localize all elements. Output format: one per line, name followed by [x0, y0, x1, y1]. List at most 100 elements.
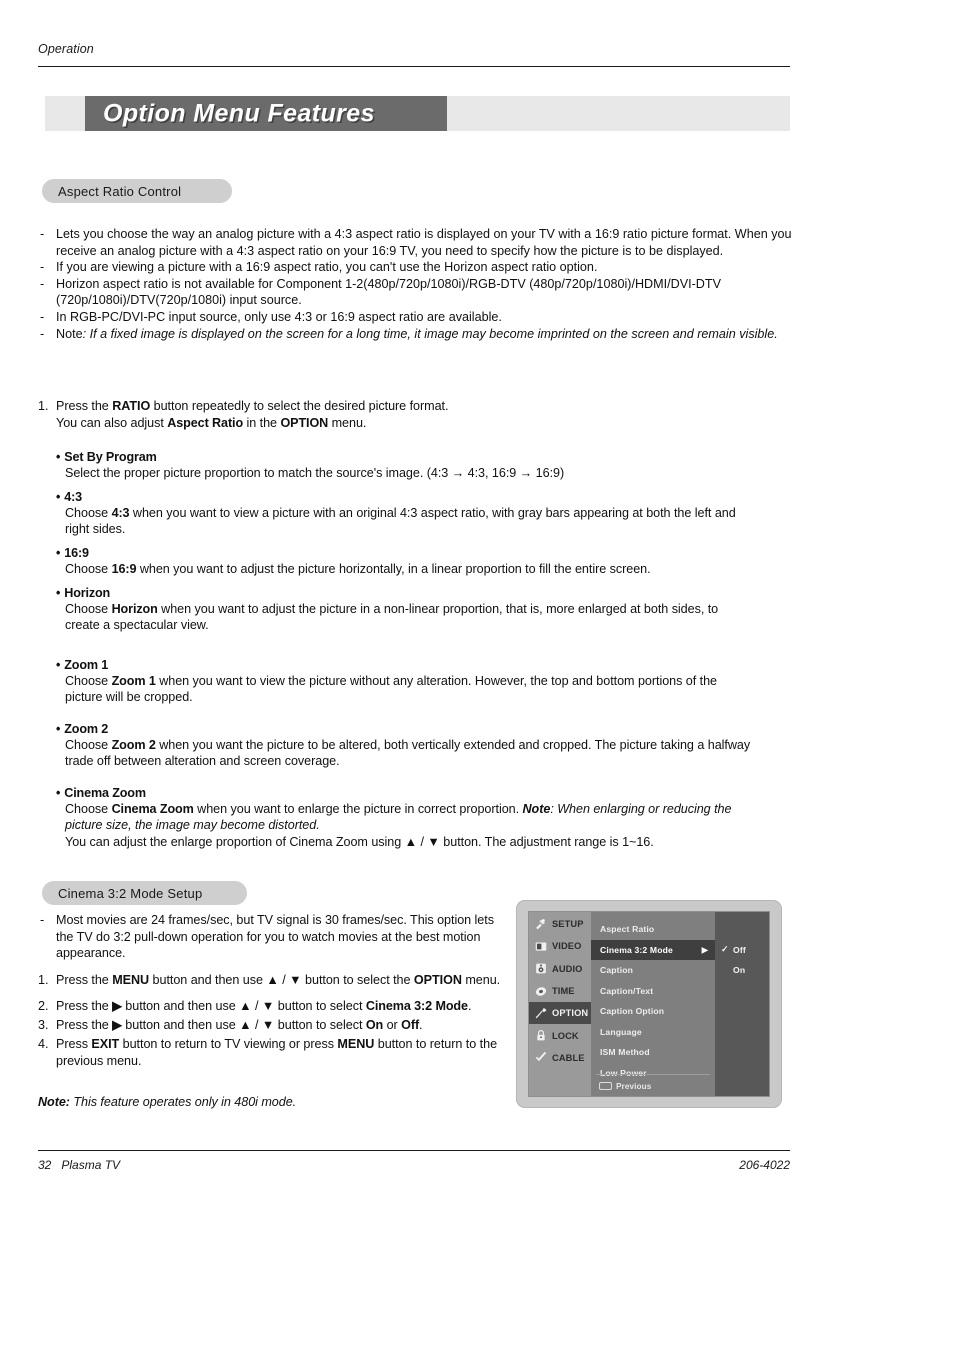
osd-menu-item-caption-text[interactable]: Caption/Text — [591, 981, 715, 1002]
osd-sidebar-item-option[interactable]: OPTION — [529, 1002, 591, 1025]
osd-menu-label: Caption/Text — [600, 985, 654, 996]
step-key-option: OPTION — [280, 415, 329, 430]
definition-zoom-1: • Zoom 1 Choose Zoom 1 when you want to v… — [56, 657, 756, 706]
definition-body-post: when you want to view the picture withou… — [65, 674, 718, 705]
step-key-aspect-ratio: Aspect Ratio — [167, 415, 244, 430]
osd-menu-label: Caption Option — [600, 1006, 665, 1017]
definition-body-key: 4:3 — [111, 506, 130, 520]
chevron-right-icon: ▶ — [701, 945, 708, 955]
list-item-text: Lets you choose the way an analog pictur… — [56, 227, 792, 258]
definition-body: Choose 4:3 when you want to view a pictu… — [56, 505, 756, 538]
list-item: - Most movies are 24 frames/sec, but TV … — [38, 912, 498, 962]
bullet-dot: • — [56, 722, 61, 736]
definition-term-label: Set By Program — [64, 450, 157, 464]
definition-body: Select the proper picture proportion to … — [65, 466, 565, 480]
section-heading-cinema-32-mode-setup: Cinema 3:2 Mode Setup — [42, 881, 247, 905]
running-head: Operation — [38, 42, 94, 56]
definition-body-pre: Choose — [65, 674, 112, 688]
osd-menu-item-caption[interactable]: Caption — [591, 960, 715, 981]
definition-term: • Set By Program — [56, 449, 756, 465]
definition-term-label: Horizon — [64, 586, 111, 600]
section-heading-label: Cinema 3:2 Mode Setup — [58, 885, 203, 901]
manual-page: Operation Option Menu Features Aspect Ra… — [0, 0, 954, 1351]
definition-set-by-program: • Set By Program Select the proper pictur… — [56, 449, 756, 481]
definition-body-key: Zoom 1 — [111, 674, 156, 688]
osd-sidebar-item-video[interactable]: VIDEO — [529, 935, 591, 957]
step-text: Press the — [56, 999, 113, 1013]
satellite-icon — [536, 918, 546, 930]
right-arrow-icon: ▶ — [112, 1018, 122, 1032]
step-text: Press the — [56, 973, 113, 987]
down-arrow-icon: ▼ — [261, 999, 275, 1013]
definition-term: • Zoom 2 — [56, 721, 756, 737]
osd-option-on[interactable]: ✓ On — [715, 960, 769, 981]
osd-option-off[interactable]: ✓ Off — [715, 940, 769, 961]
step-text-post: . — [467, 999, 472, 1013]
osd-menu-item-aspect-ratio[interactable]: Aspect Ratio — [591, 919, 715, 940]
up-arrow-icon: ▲ — [404, 834, 418, 849]
osd-sidebar-item-audio[interactable]: AUDIO — [529, 958, 591, 980]
definition-body: Choose 16:9 when you want to adjust the … — [56, 561, 756, 577]
aspect-notes-list: - Lets you choose the way an analog pict… — [38, 226, 794, 342]
cinema-intro: - Most movies are 24 frames/sec, but TV … — [38, 912, 498, 962]
osd-menu-item-ism-method[interactable]: ISM Method — [591, 1042, 715, 1063]
section-heading-label: Aspect Ratio Control — [58, 183, 182, 199]
definition-body-post: when you want to enlarge the picture in … — [193, 802, 523, 816]
chapter-title-block: Option Menu Features — [85, 96, 447, 131]
step-text-end: menu. — [328, 415, 367, 430]
checkmark-icon — [535, 1052, 547, 1062]
step-text-post: button repeatedly to select the desired … — [150, 399, 449, 413]
step-text-mid: button and then use — [149, 973, 267, 987]
final-note: Note: This feature operates only in 480i… — [38, 1094, 296, 1110]
definition-horizon: • Horizon Choose Horizon when you want to… — [56, 585, 756, 634]
step-row: 1. Press the RATIO button repeatedly to … — [38, 398, 778, 431]
up-arrow-icon: ▲ — [239, 999, 252, 1013]
dash-marker: - — [40, 309, 45, 324]
step-text-pre2: You can also adjust — [56, 415, 168, 430]
osd-sidebar-label: TIME — [552, 986, 575, 997]
definition-term-label: Cinema Zoom — [64, 786, 146, 800]
definition-cinema-zoom: • Cinema Zoom Choose Cinema Zoom when you… — [56, 785, 756, 850]
step-text-post: menu. — [461, 973, 501, 987]
product-name: Plasma TV — [61, 1158, 121, 1172]
cinema-step-3: 3. Press the ▶ button and then use ▲ / ▼… — [38, 1017, 510, 1034]
list-item: - Lets you choose the way an analog pict… — [38, 226, 794, 259]
osd-menu-item-language[interactable]: Language — [591, 1022, 715, 1043]
osd-sidebar-item-cable[interactable]: CABLE — [529, 1047, 591, 1069]
step-text-mid2: button to select — [274, 1018, 366, 1032]
step-text-mid: in the — [243, 415, 281, 430]
dash-marker: - — [40, 326, 45, 341]
step-text-mid2: button to select the — [301, 973, 414, 987]
definition-term: • Cinema Zoom — [56, 785, 756, 801]
step-text-mid: button to return to TV viewing or press — [119, 1037, 338, 1051]
osd-sidebar-label: LOCK — [552, 1030, 579, 1041]
osd-sidebar-item-time[interactable]: TIME — [529, 980, 591, 1002]
osd-sidebar-label: VIDEO — [552, 941, 582, 952]
definition-term: • Horizon — [56, 585, 756, 601]
footer-divider — [38, 1150, 790, 1152]
osd-menu-item-caption-option[interactable]: Caption Option — [591, 1001, 715, 1022]
note-label: Note — [56, 326, 83, 341]
dash-marker: - — [40, 913, 45, 927]
osd-menu-label: Cinema 3:2 Mode — [600, 944, 673, 955]
list-item: - Horizon aspect ratio is not available … — [38, 276, 794, 309]
definition-body-post: when you want to view a picture with an … — [65, 506, 736, 537]
document-code: 206-4022 — [739, 1158, 790, 1172]
definition-body: Choose Zoom 1 when you want to view the … — [56, 673, 756, 706]
list-item: - If you are viewing a picture with a 16… — [38, 259, 794, 276]
definition-body-key: Horizon — [111, 602, 158, 616]
definition-16-9: • 16:9 Choose 16:9 when you want to adjus… — [56, 545, 756, 577]
key-exit: EXIT — [91, 1037, 120, 1051]
osd-sidebar-item-setup[interactable]: SETUP — [529, 913, 591, 935]
osd-sidebar-item-lock[interactable]: LOCK — [529, 1024, 591, 1046]
definition-term-label: 4:3 — [64, 490, 83, 504]
osd-screen: SETUP VIDEO AUDIO TIME OPTION LOCK CABLE… — [528, 911, 770, 1097]
step-row: 4. Press EXIT button to return to TV vie… — [38, 1036, 510, 1069]
definition-zoom-2: • Zoom 2 Choose Zoom 2 when you want the … — [56, 721, 756, 770]
up-arrow-icon: ▲ — [266, 973, 279, 987]
osd-menu-item-cinema-32-mode[interactable]: Cinema 3:2 Mode ▶ — [591, 939, 715, 960]
page-title: Option Menu Features — [103, 99, 375, 127]
osd-previous-button[interactable]: Previous — [591, 1078, 715, 1094]
step-row: 3. Press the ▶ button and then use ▲ / ▼… — [38, 1017, 510, 1034]
osd-menu-label: Language — [600, 1026, 642, 1037]
